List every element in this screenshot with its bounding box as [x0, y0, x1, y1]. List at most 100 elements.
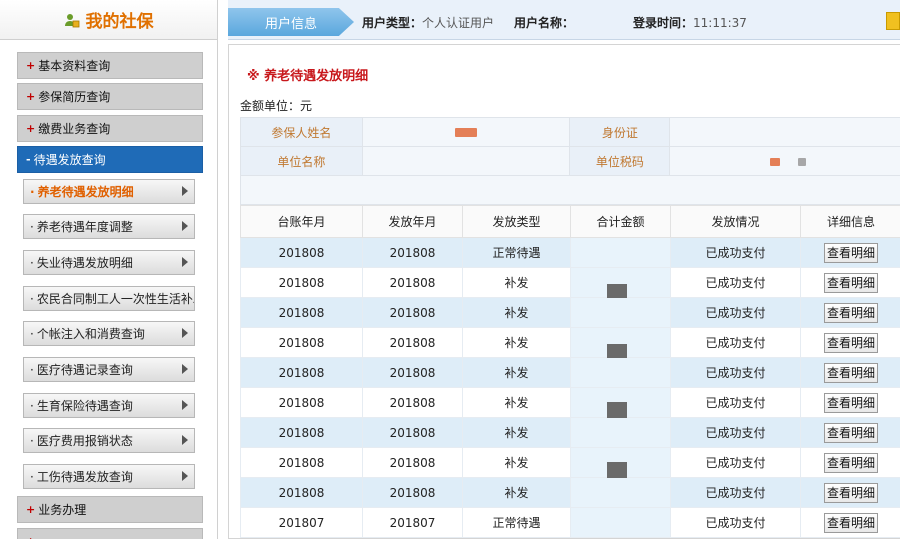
table-row: 201808 201808 补发 已成功支付 查看明细: [240, 267, 900, 304]
view-detail-button[interactable]: 查看明细: [823, 482, 878, 503]
col-issue-month: 发放年月: [362, 205, 463, 238]
submenu-account-injection[interactable]: · 个帐注入和消费查询: [23, 321, 195, 346]
table-row: 201808 201808 补发 已成功支付 查看明细: [240, 297, 900, 328]
sidebar-item-benefit-query[interactable]: - 待遇发放查询: [17, 146, 203, 173]
tax-value: [669, 146, 900, 176]
submenu-label: 个帐注入和消费查询: [36, 327, 145, 341]
sidebar-item-label: 基本资料查询: [38, 59, 111, 73]
sidebar-item-label: 参保简历查询: [38, 90, 111, 104]
content-panel: ※ 养老待遇发放明细 金额单位：元 参保人姓名 身份证 单位名称 单位税码 台账…: [228, 44, 900, 539]
submenu-pension-annual-adjust[interactable]: · 养老待遇年度调整: [23, 214, 195, 239]
amount-cell: [570, 477, 671, 508]
submenu-maternity-query[interactable]: · 生育保险待遇查询: [23, 393, 195, 418]
user-lock-icon: [64, 12, 80, 28]
col-account-month: 台账年月: [240, 205, 363, 238]
chevron-right-icon: [182, 221, 188, 231]
user-type: 用户类型：个人认证用户: [362, 16, 495, 30]
col-issue-type: 发放类型: [462, 205, 571, 238]
login-time: 登录时间：11:11:37: [633, 16, 747, 30]
company-value: [361, 146, 571, 176]
name-label: 参保人姓名: [240, 117, 363, 147]
tab-user-info[interactable]: 用户信息: [228, 8, 354, 36]
sidebar-item-insurance-history[interactable]: + 参保简历查询: [17, 83, 203, 110]
chevron-right-icon: [182, 400, 188, 410]
chevron-right-icon: [182, 328, 188, 338]
amount-cell: [570, 327, 671, 364]
plus-icon: +: [26, 535, 35, 539]
view-detail-button[interactable]: 查看明细: [823, 242, 878, 263]
submenu-medical-reimbursement[interactable]: · 医疗费用报销状态: [23, 428, 195, 453]
tax-label: 单位税码: [569, 146, 671, 176]
view-detail-button[interactable]: 查看明细: [823, 272, 878, 293]
amount-cell: [570, 297, 671, 328]
person-info-table: 参保人姓名 身份证 单位名称 单位税码: [240, 117, 900, 205]
table-row: 201807 201807 正常待遇 已成功支付 查看明细: [240, 507, 900, 538]
plus-icon: +: [26, 59, 36, 72]
amount-unit: 金额单位：元: [240, 99, 313, 113]
col-total-amount: 合计金额: [570, 205, 671, 238]
submenu-injury-benefit[interactable]: · 工伤待遇发放查询: [23, 464, 195, 489]
company-label: 单位名称: [240, 146, 363, 176]
submenu-farmer-worker-subsidy[interactable]: · 农民合同制工人一次性生活补助: [23, 286, 195, 311]
view-detail-button[interactable]: 查看明细: [823, 452, 878, 473]
id-value: [669, 117, 900, 147]
chevron-right-icon: [182, 471, 188, 481]
plus-icon: +: [26, 90, 36, 103]
submenu-label: 农民合同制工人一次性生活补助: [36, 292, 194, 306]
plus-icon: +: [26, 122, 36, 135]
sidebar-title: 我的社保: [85, 12, 154, 32]
name-value: [361, 117, 571, 147]
chevron-right-icon: [182, 257, 188, 267]
section-title: ※ 养老待遇发放明细: [247, 69, 369, 84]
sidebar: 我的社保 + 基本资料查询 + 参保简历查询 + 缴费业务查询 - 待遇发放查询…: [0, 0, 218, 539]
amount-cell: [570, 357, 671, 388]
top-bar: 用户信息 用户类型：个人认证用户 用户名称： 登录时间：11:11:37: [228, 0, 900, 40]
table-row: 201808 201808 补发 已成功支付 查看明细: [240, 447, 900, 482]
minus-icon: -: [26, 153, 31, 166]
corner-button[interactable]: [886, 12, 900, 30]
amount-cell: [570, 507, 671, 538]
col-detail: 详细信息: [800, 205, 900, 238]
table-row: 201808 201808 补发 已成功支付 查看明细: [240, 357, 900, 388]
submenu-label: 工伤待遇发放查询: [36, 470, 133, 484]
sidebar-item-label: 缴费业务查询: [38, 122, 111, 136]
submenu-label: 养老待遇发放明细: [37, 185, 134, 199]
table-row: 201808 201808 补发 已成功支付 查看明细: [240, 387, 900, 422]
col-issue-status: 发放情况: [670, 205, 801, 238]
amount-cell: [570, 417, 671, 448]
id-label: 身份证: [569, 117, 671, 147]
benefit-table: 台账年月 发放年月 发放类型 合计金额 发放情况 详细信息 201808 2018…: [240, 205, 900, 538]
view-detail-button[interactable]: 查看明细: [823, 512, 878, 533]
plus-icon: +: [26, 503, 36, 516]
table-header-row: 台账年月 发放年月 发放类型 合计金额 发放情况 详细信息: [240, 205, 900, 238]
sidebar-item-business[interactable]: + 业务办理: [17, 496, 203, 523]
amount-cell: [570, 267, 671, 304]
submenu-medical-records[interactable]: · 医疗待遇记录查询: [23, 357, 195, 382]
submenu-label: 医疗费用报销状态: [36, 434, 133, 448]
submenu-label: 养老待遇年度调整: [36, 220, 133, 234]
submenu-unemployment-detail[interactable]: · 失业待遇发放明细: [23, 250, 195, 275]
sidebar-header: 我的社保: [0, 0, 217, 40]
table-row: 201808 201808 补发 已成功支付 查看明细: [240, 417, 900, 448]
submenu-label: 医疗待遇记录查询: [36, 363, 133, 377]
sidebar-item-payment-query[interactable]: + 缴费业务查询: [17, 115, 203, 142]
view-detail-button[interactable]: 查看明细: [823, 392, 878, 413]
view-detail-button[interactable]: 查看明细: [823, 332, 878, 353]
chevron-right-icon: [182, 364, 188, 374]
view-detail-button[interactable]: 查看明细: [823, 422, 878, 443]
submenu-label: 生育保险待遇查询: [36, 399, 133, 413]
view-detail-button[interactable]: 查看明细: [823, 302, 878, 323]
sidebar-item-label: 业务办理: [38, 503, 87, 517]
amount-cell: [570, 447, 671, 482]
submenu-pension-detail[interactable]: · 养老待遇发放明细: [23, 179, 195, 204]
sidebar-item-basic-info[interactable]: + 基本资料查询: [17, 52, 203, 79]
sidebar-item-label: 待遇发放查询: [33, 153, 106, 167]
chevron-right-icon: [182, 186, 188, 196]
user-name: 用户名称：: [514, 16, 575, 30]
chevron-right-icon: [182, 435, 188, 445]
submenu-label: 失业待遇发放明细: [36, 256, 133, 270]
sidebar-item-more[interactable]: +: [17, 528, 203, 539]
amount-cell: [570, 387, 671, 422]
table-row: 201808 201808 补发 已成功支付 查看明细: [240, 327, 900, 364]
view-detail-button[interactable]: 查看明细: [823, 362, 878, 383]
